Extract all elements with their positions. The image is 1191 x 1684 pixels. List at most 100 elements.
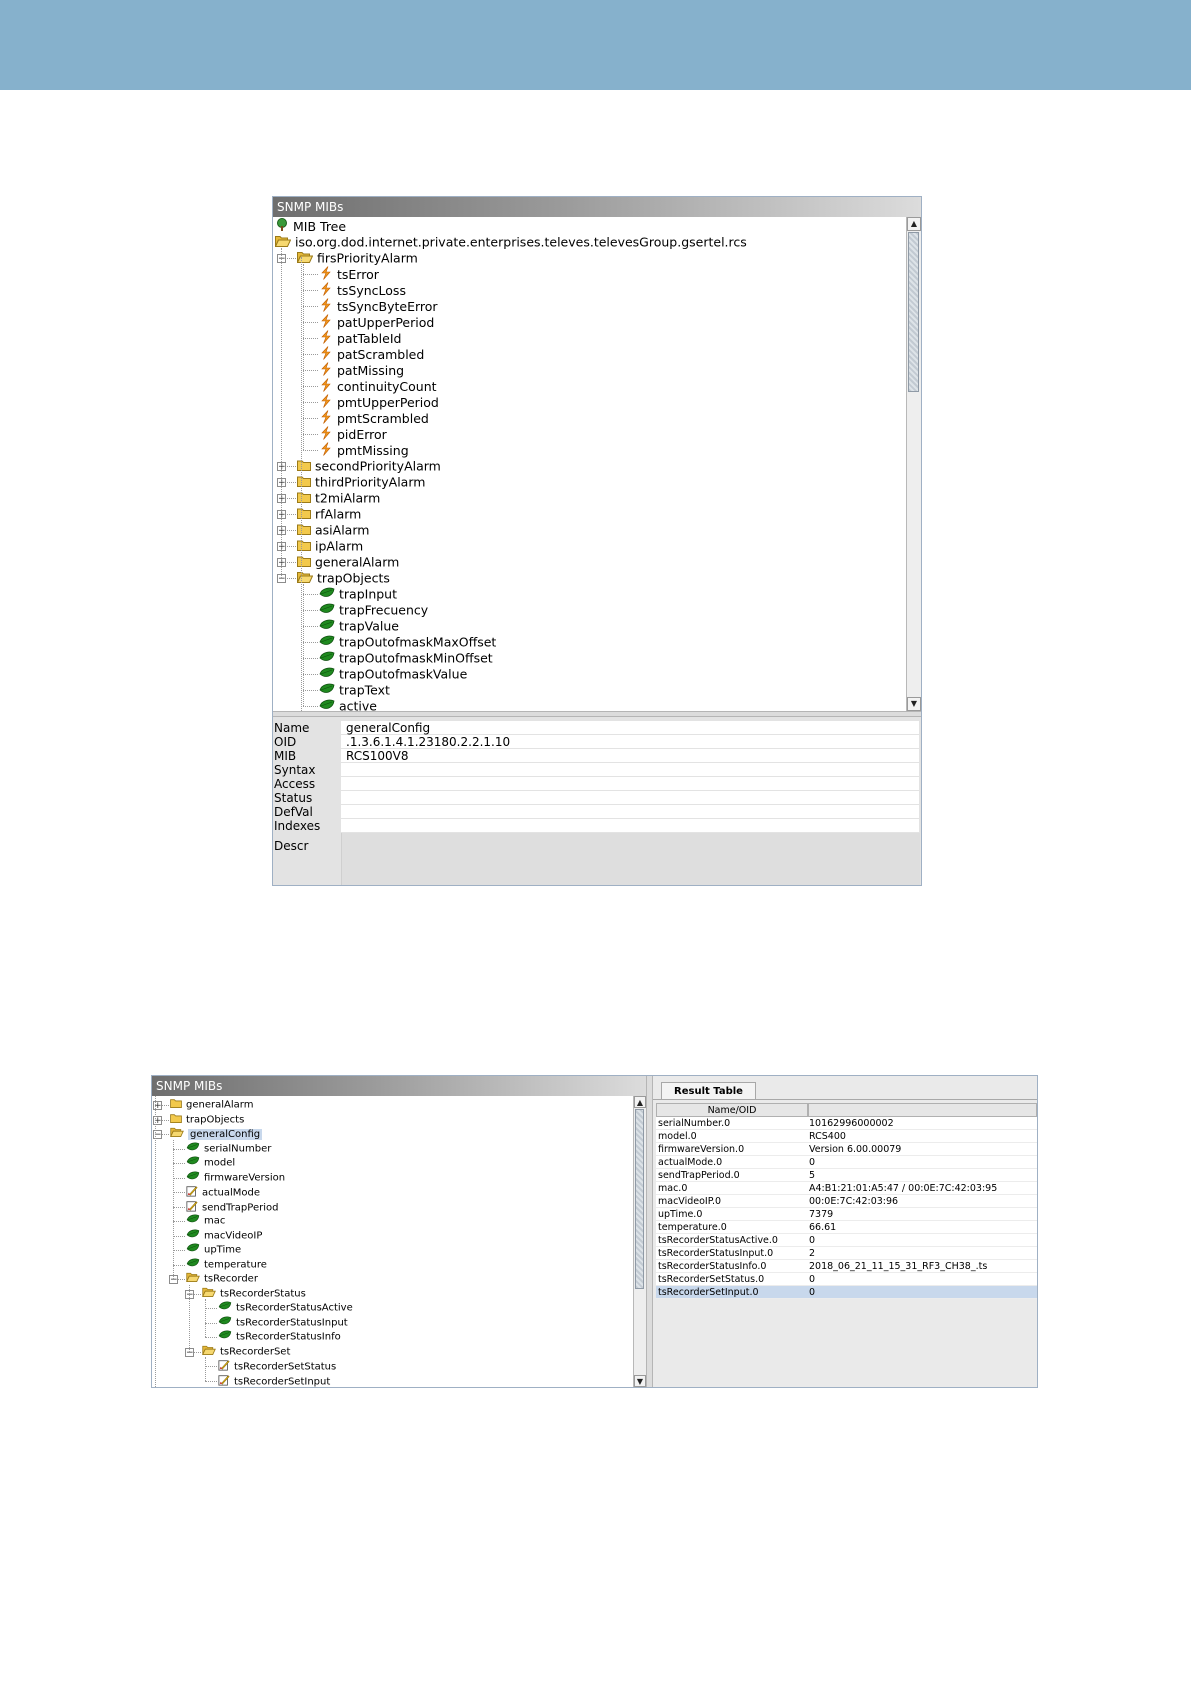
tree-node[interactable]: generalAlarm: [297, 554, 399, 570]
tree-connector: [303, 610, 318, 611]
property-value[interactable]: [341, 805, 919, 818]
tree-node[interactable]: patTableId: [319, 330, 401, 346]
scroll-thumb[interactable]: [635, 1109, 644, 1289]
scroll-down-button[interactable]: ▼: [907, 697, 921, 711]
tree-node[interactable]: tsRecorderSetStatus: [218, 1359, 336, 1373]
tree-node[interactable]: trapOutofmaskValue: [319, 666, 467, 682]
tree-node[interactable]: MIB Tree: [275, 218, 346, 234]
table-row[interactable]: macVideoIP.0 00:0E:7C:42:03:96: [656, 1195, 1037, 1208]
property-value[interactable]: [341, 791, 919, 804]
tree-node[interactable]: pmtScrambled: [319, 410, 429, 426]
property-value[interactable]: .1.3.6.1.4.1.23180.2.2.1.10: [341, 735, 919, 749]
tree-node[interactable]: trapValue: [319, 618, 399, 634]
table-row[interactable]: temperature.0 66.61: [656, 1221, 1037, 1234]
table-row[interactable]: sendTrapPeriod.0 5: [656, 1169, 1037, 1182]
mib-tree[interactable]: + generalAlarm + trapObjects − generalConfig s…: [152, 1096, 633, 1387]
tree-node[interactable]: tsError: [319, 266, 379, 282]
table-row[interactable]: firmwareVersion.0 Version 6.00.00079: [656, 1143, 1037, 1156]
table-row[interactable]: upTime.0 7379: [656, 1208, 1037, 1221]
tree-node[interactable]: firsPriorityAlarm: [296, 250, 418, 266]
scroll-down-button[interactable]: ▼: [634, 1375, 646, 1387]
property-value[interactable]: [341, 777, 919, 790]
tree-node[interactable]: secondPriorityAlarm: [297, 458, 441, 474]
tree-node-label: generalAlarm: [315, 554, 400, 570]
tree-node[interactable]: sendTrapPeriod: [186, 1200, 278, 1214]
tree-node-label: patUpperPeriod: [337, 315, 435, 330]
tree-node[interactable]: serialNumber: [186, 1142, 271, 1156]
tree-node[interactable]: firmwareVersion: [186, 1171, 285, 1185]
tree-node[interactable]: tsRecorder: [186, 1272, 258, 1286]
tree-node[interactable]: macVideoIP: [186, 1229, 262, 1243]
table-row[interactable]: tsRecorderStatusInfo.0 2018_06_21_11_15_3…: [656, 1260, 1037, 1273]
scroll-up-button[interactable]: ▲: [907, 217, 921, 231]
tree-node[interactable]: generalConfig: [170, 1127, 263, 1141]
table-row[interactable]: actualMode.0 0: [656, 1156, 1037, 1169]
table-row[interactable]: tsRecorderStatusActive.0 0: [656, 1234, 1037, 1247]
tree-node[interactable]: trapObjects: [170, 1113, 244, 1127]
tree-node[interactable]: ipAlarm: [297, 538, 363, 554]
scroll-thumb[interactable]: [908, 232, 919, 392]
tree-node[interactable]: pmtUpperPeriod: [319, 394, 439, 410]
tree-node[interactable]: pmtMissing: [319, 442, 409, 458]
tree-node[interactable]: generalAlarm: [170, 1098, 253, 1112]
tree-node[interactable]: trapInput: [319, 586, 397, 602]
tree-scrollbar[interactable]: ▲ ▼: [906, 217, 921, 711]
property-value[interactable]: [341, 819, 919, 832]
tree-scrollbar[interactable]: ▲ ▼: [633, 1096, 646, 1387]
folder-open-icon: [274, 235, 292, 251]
tree-node[interactable]: iso.org.dod.internet.private.enterprises…: [274, 234, 747, 251]
tree-node[interactable]: tsRecorderSet: [202, 1345, 290, 1359]
mib-tree[interactable]: MIB Tree−iso.org.dod.internet.private.en…: [273, 217, 906, 711]
tree-node[interactable]: t2miAlarm: [297, 490, 380, 506]
tree-node[interactable]: model: [186, 1156, 235, 1170]
column-header-value[interactable]: [808, 1103, 1037, 1117]
property-value[interactable]: RCS100V8: [341, 749, 919, 763]
tree-node[interactable]: tsRecorderStatus: [202, 1287, 306, 1301]
table-row[interactable]: tsRecorderSetInput.0 0: [656, 1286, 1037, 1299]
tree-node[interactable]: upTime: [186, 1243, 241, 1257]
tree-node[interactable]: continuityCount: [319, 378, 437, 394]
cell-value: 2: [809, 1248, 816, 1259]
tree-node[interactable]: tsSyncByteError: [319, 298, 438, 314]
tree-node[interactable]: patUpperPeriod: [319, 314, 434, 330]
tree-node[interactable]: tsRecorderStatusInfo: [218, 1330, 341, 1344]
tree-node[interactable]: active: [319, 698, 377, 711]
table-row[interactable]: tsRecorderStatusInput.0 2: [656, 1247, 1037, 1260]
tree-node[interactable]: temperature: [186, 1258, 267, 1272]
tree-node[interactable]: tsRecorderStatusInput: [218, 1316, 348, 1330]
tree-node[interactable]: tsSyncLoss: [319, 282, 406, 298]
tree-node[interactable]: thirdPriorityAlarm: [297, 474, 425, 490]
tree-node[interactable]: rfAlarm: [297, 506, 361, 522]
tree-node[interactable]: trapObjects: [296, 570, 390, 586]
tree-node[interactable]: patMissing: [319, 362, 404, 378]
property-value[interactable]: generalConfig: [341, 721, 919, 735]
properties-panel: Name generalConfig OID .1.3.6.1.4.1.23180.2…: [273, 717, 921, 885]
tree-node[interactable]: tsRecorderSetInput: [218, 1374, 330, 1387]
tab-result-table[interactable]: Result Table: [661, 1082, 756, 1099]
leaf-icon: [186, 1156, 200, 1171]
tree-node[interactable]: mac: [186, 1214, 225, 1228]
tree-connector: [189, 1284, 190, 1352]
table-row[interactable]: serialNumber.0 10162996000002: [656, 1117, 1037, 1130]
tree-node[interactable]: tsRecorderStatusActive: [218, 1301, 353, 1315]
splitter[interactable]: [646, 1076, 653, 1387]
tree-node[interactable]: trapText: [319, 682, 390, 698]
tree-node[interactable]: patScrambled: [319, 346, 424, 362]
scroll-up-button[interactable]: ▲: [634, 1096, 646, 1108]
tree-node[interactable]: trapFrecuency: [319, 602, 428, 618]
tree-node[interactable]: asiAlarm: [297, 522, 369, 538]
tree-node[interactable]: actualMode: [186, 1185, 260, 1199]
tree-node-label: trapText: [339, 682, 390, 698]
column-header-name-oid[interactable]: Name/OID: [656, 1103, 808, 1117]
folder-icon: [297, 539, 311, 555]
table-row[interactable]: model.0 RCS400: [656, 1130, 1037, 1143]
tree-node[interactable]: pidError: [319, 426, 387, 442]
tree-connector: [173, 1264, 185, 1266]
tree-node[interactable]: trapOutofmaskMaxOffset: [319, 634, 496, 650]
table-row[interactable]: tsRecorderSetStatus.0 0: [656, 1273, 1037, 1286]
property-value[interactable]: [341, 763, 919, 776]
table-row[interactable]: mac.0 A4:B1:21:01:A5:47 / 00:0E:7C:42:03:…: [656, 1182, 1037, 1195]
descr-area[interactable]: [341, 833, 920, 885]
tree-node[interactable]: trapOutofmaskMinOffset: [319, 650, 493, 666]
tree-node-label: tsSyncByteError: [337, 299, 438, 314]
